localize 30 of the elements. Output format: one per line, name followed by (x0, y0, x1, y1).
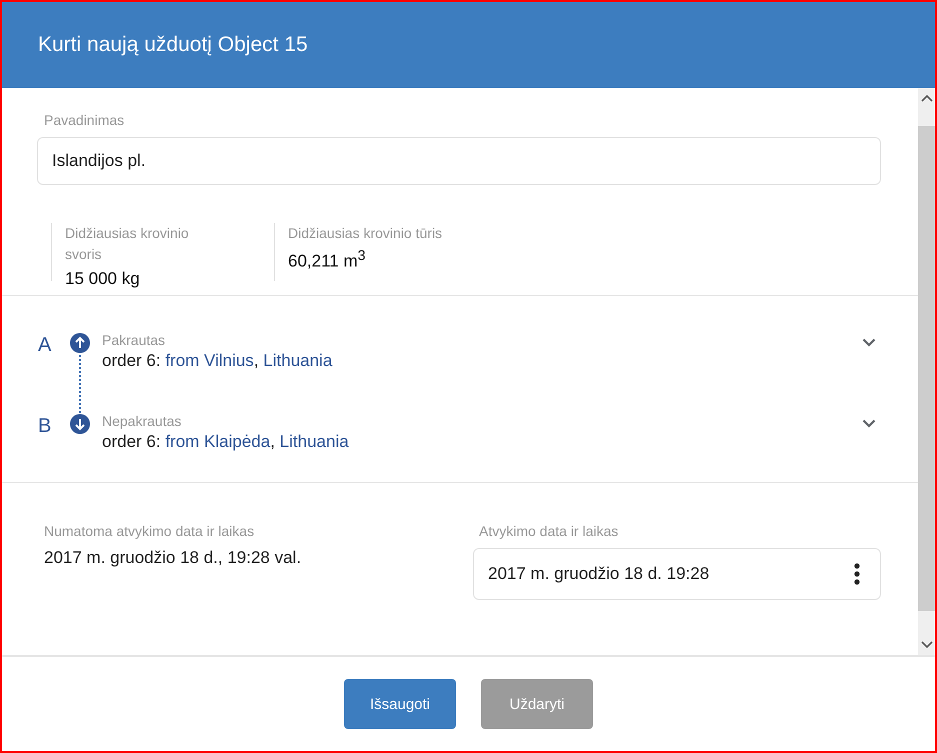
stat-label: Didžiausias krovinio svoris (65, 224, 190, 264)
more-icon[interactable] (854, 563, 860, 585)
place-link[interactable]: from Klaipėda (165, 432, 270, 451)
stop-order: order 6: from Klaipėda, Lithuania (102, 432, 350, 452)
field-label: Pavadinimas (44, 112, 126, 128)
country-link[interactable]: Lithuania (280, 432, 349, 451)
stat-value: 60,211 m$^{3}$ (288, 248, 366, 272)
stop-order: order 6: from Vilnius, Lithuania (102, 351, 334, 371)
stat-label: Didžiausias krovinio tūris (288, 224, 442, 243)
stop-letter: A (38, 334, 52, 357)
stop-status: Nepakrautas (102, 413, 182, 429)
chevron-down-icon[interactable] (862, 338, 876, 347)
stat-value: 15 000 kg (65, 269, 141, 289)
stop-status: Pakrautas (102, 332, 166, 348)
scrollbar[interactable] (918, 88, 935, 655)
scroll-up-icon[interactable] (920, 94, 932, 102)
field-label: Numatoma atvykimo data ir laikas (44, 523, 256, 539)
name-field[interactable]: Islandijos pl. (37, 137, 881, 185)
separator: , (254, 351, 259, 370)
dialog-title: Kurti naują užduotį Object 15 (38, 33, 308, 57)
arrival-field[interactable]: 2017 m. gruodžio 18 d. 19:28 (473, 548, 881, 600)
field-label: Atvykimo data ir laikas (479, 523, 620, 539)
scroll-down-icon[interactable] (920, 641, 932, 649)
place-link[interactable]: from Vilnius (165, 351, 254, 370)
separator: , (270, 432, 275, 451)
stop-letter: B (38, 415, 52, 438)
save-button[interactable]: Išsaugoti (344, 679, 456, 729)
estimated-arrival: 2017 m. gruodžio 18 d., 19:28 val. (44, 548, 302, 568)
country-link[interactable]: Lithuania (263, 351, 332, 370)
chevron-down-icon[interactable] (862, 419, 876, 428)
